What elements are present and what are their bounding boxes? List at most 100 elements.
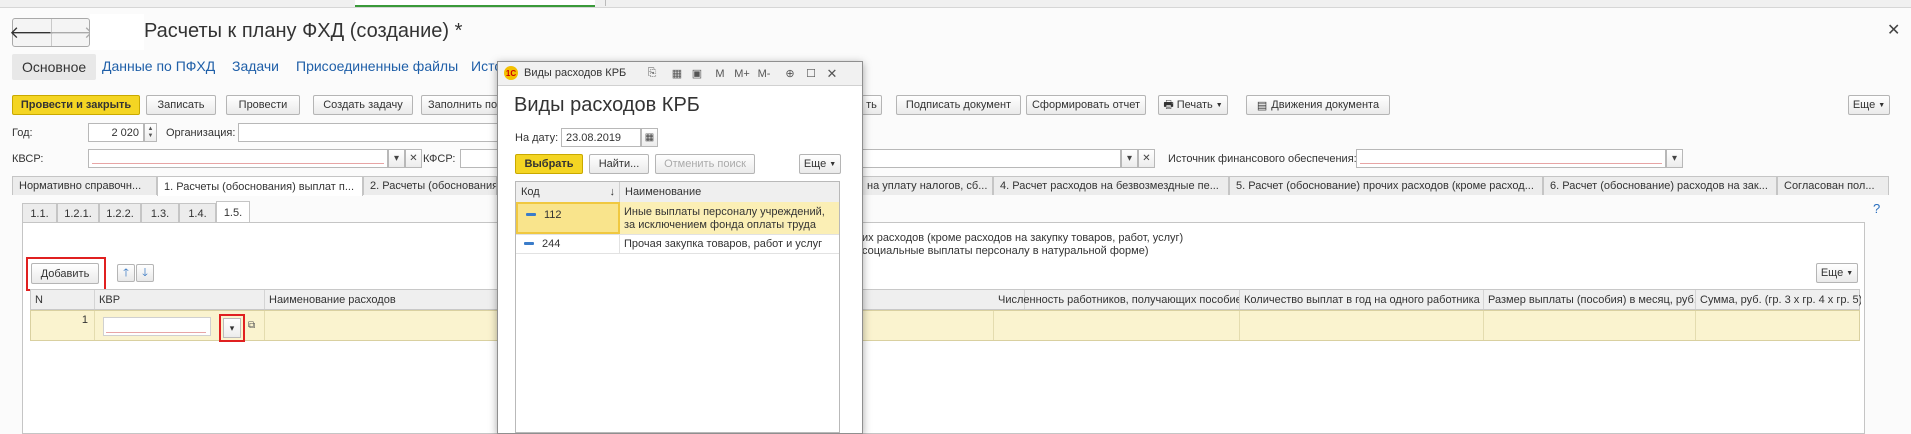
sign-document-button[interactable]: Подписать документ xyxy=(896,95,1021,115)
page-tab-main[interactable]: Основное xyxy=(12,54,97,80)
kfsr-dropdown-button[interactable]: ▾ xyxy=(1121,149,1138,168)
forward-button[interactable]: 🡒 xyxy=(48,19,94,46)
move-up-button[interactable]: 🡑 xyxy=(117,264,135,282)
list-item[interactable]: 244 Прочая закупка товаров, работ и услу… xyxy=(516,235,839,254)
doc-tab-reference[interactable]: Нормативно справочн... xyxy=(12,176,157,195)
sub-tab-1-3[interactable]: 1.3. xyxy=(141,203,179,223)
find-button[interactable]: Найти... xyxy=(589,154,649,174)
back-button[interactable]: 🡐 xyxy=(9,19,55,46)
move-down-button[interactable]: 🡓 xyxy=(136,264,154,282)
save-button[interactable]: Записать xyxy=(146,95,216,115)
row-total-cell[interactable] xyxy=(1696,311,1859,340)
dialog-close-icon[interactable]: ✕ xyxy=(824,66,840,81)
col-code-header[interactable]: Код ↓ xyxy=(516,182,620,202)
doc-tab-5[interactable]: 5. Расчет (обоснование) прочих расходов … xyxy=(1229,176,1543,195)
kvsr-dropdown-button[interactable]: ▾ xyxy=(388,149,405,168)
add-button[interactable]: Добавить xyxy=(31,263,99,284)
element-icon xyxy=(524,242,534,245)
doc-tab-3[interactable]: на уплату налогов, сб... xyxy=(861,176,993,195)
post-button[interactable]: Провести xyxy=(226,95,300,115)
help-icon[interactable]: ? xyxy=(1873,201,1880,216)
sub-tab-1-4[interactable]: 1.4. xyxy=(179,203,216,223)
item-code-cell[interactable]: 112 xyxy=(516,202,620,234)
sub-tab-1-1[interactable]: 1.1. xyxy=(22,203,57,223)
item-name: Иные выплаты персоналу учреждений, за ис… xyxy=(624,206,825,232)
date-calendar-button[interactable]: ▦ xyxy=(641,128,658,147)
kfsr-input-start[interactable] xyxy=(460,149,500,168)
sub-tab-1-2-2[interactable]: 1.2.2. xyxy=(99,203,141,223)
doc-tab-6[interactable]: 6. Расчет (обоснование) расходов на зак.… xyxy=(1543,176,1777,195)
hidden-button-tail[interactable]: ть xyxy=(862,95,882,115)
create-task-button[interactable]: Создать задачу xyxy=(313,95,413,115)
document-movements-button[interactable]: ▤ Движения документа xyxy=(1246,95,1390,115)
item-code-cell[interactable]: 244 xyxy=(516,235,620,253)
doc-tab-2[interactable]: 2. Расчеты (обоснования) xyxy=(363,176,497,195)
post-and-close-button[interactable]: Провести и закрыть xyxy=(12,95,140,115)
grid-col-payments-per-year[interactable]: Количество выплат в год на одного работн… xyxy=(1240,290,1484,309)
table-more-button[interactable]: Еще ▼ xyxy=(1816,263,1858,283)
dialog-more-label: Еще xyxy=(803,158,827,170)
calendar-icon: ▦ xyxy=(644,132,655,143)
dialog-more-button[interactable]: Еще ▼ xyxy=(799,154,841,174)
arrow-down-icon: 🡓 xyxy=(142,266,148,279)
cancel-search-button[interactable]: Отменить поиск xyxy=(655,154,755,174)
organization-label: Организация: xyxy=(166,127,236,139)
page-tab-tasks[interactable]: Задачи xyxy=(232,58,279,74)
maximize-icon[interactable]: ☐ xyxy=(803,66,819,81)
chevron-down-icon: ▾ xyxy=(229,322,235,333)
kfsr-clear-button[interactable]: ✕ xyxy=(1138,149,1155,168)
app-logo-icon: 1С xyxy=(504,66,518,80)
print-button[interactable]: 🖶 Печать ▼ xyxy=(1158,95,1228,115)
zoom-icon[interactable]: ⊕ xyxy=(782,66,798,81)
item-name: Прочая закупка товаров, работ и услуг xyxy=(624,238,823,250)
link-icon[interactable]: ⎘ xyxy=(644,66,660,81)
doc-tab-approved[interactable]: Согласован пол... xyxy=(1777,176,1889,195)
date-input[interactable]: 23.08.2019 xyxy=(561,128,641,147)
grid-col-kvr[interactable]: КВР xyxy=(95,290,265,309)
open-icon[interactable]: ⧉ xyxy=(248,320,260,332)
page-tab-pfhd[interactable]: Данные по ПФХД xyxy=(102,58,215,74)
calculator-icon[interactable]: ▦ xyxy=(669,66,685,81)
year-spinner[interactable]: ▲ ▼ xyxy=(144,123,157,142)
kvsr-input[interactable] xyxy=(88,149,388,168)
page-tab-files[interactable]: Присоединенные файлы xyxy=(296,58,458,74)
row-n-cell: 1 xyxy=(31,311,95,340)
printer-icon: 🖶 xyxy=(1163,98,1174,111)
dropdown-icon: ▼ xyxy=(1215,101,1223,109)
calendar-icon[interactable]: ▣ xyxy=(689,66,705,81)
row-monthly-cell[interactable] xyxy=(1484,311,1696,340)
row-employees-cell[interactable] xyxy=(994,311,1240,340)
more-button[interactable]: Еще ▼ xyxy=(1848,95,1890,115)
kvr-selection-dialog: 1С Виды расходов КРБ ⎘ ▦ ▣ M M+ M- ⊕ ☐ ✕… xyxy=(497,61,863,434)
grid-col-n[interactable]: N xyxy=(31,290,95,309)
list-item[interactable]: 112 Иные выплаты персоналу учреждений, з… xyxy=(516,202,839,235)
generate-report-button[interactable]: Сформировать отчет xyxy=(1026,95,1146,115)
grid-col-monthly-amount[interactable]: Размер выплаты (пособия) в месяц, руб. xyxy=(1484,290,1696,309)
dropdown-icon: ▼ xyxy=(829,160,837,168)
row-payments-cell[interactable] xyxy=(1240,311,1484,340)
kvsr-clear-button[interactable]: ✕ xyxy=(405,149,422,168)
memory-icon[interactable]: M xyxy=(712,66,728,81)
grid-col-total[interactable]: Сумма, руб. (гр. 3 х гр. 4 х гр. 5) xyxy=(1696,290,1861,309)
kvsr-label: КВСР: xyxy=(12,153,44,165)
year-input[interactable]: 2 020 xyxy=(88,123,144,142)
kvr-input[interactable] xyxy=(103,317,211,336)
select-button[interactable]: Выбрать xyxy=(515,154,583,174)
sub-tab-1-2-1[interactable]: 1.2.1. xyxy=(57,203,99,223)
kfsr-input[interactable] xyxy=(861,149,1121,168)
close-icon[interactable]: ✕ xyxy=(1887,20,1900,40)
funding-source-input[interactable] xyxy=(1356,149,1666,168)
funding-source-dropdown-button[interactable]: ▾ xyxy=(1666,149,1683,168)
sub-tab-1-5[interactable]: 1.5. xyxy=(216,201,250,223)
doc-tab-4[interactable]: 4. Расчет расходов на безвозмездные пе..… xyxy=(993,176,1229,195)
col-name-header[interactable]: Наименование xyxy=(620,182,839,202)
table-row[interactable]: 1 xyxy=(30,310,1860,341)
memory-plus-icon[interactable]: M+ xyxy=(732,66,752,81)
memory-minus-icon[interactable]: M- xyxy=(754,66,774,81)
fill-button[interactable]: Заполнить по xyxy=(421,95,501,115)
kvr-dropdown-button[interactable]: ▾ xyxy=(223,318,241,338)
organization-input[interactable] xyxy=(238,123,498,142)
doc-tab-1[interactable]: 1. Расчеты (обоснования) выплат п... xyxy=(157,176,363,196)
grid-col-employees[interactable]: Численность работников, получающих пособ… xyxy=(994,290,1240,309)
dialog-titlebar-text: Виды расходов КРБ xyxy=(524,67,627,79)
